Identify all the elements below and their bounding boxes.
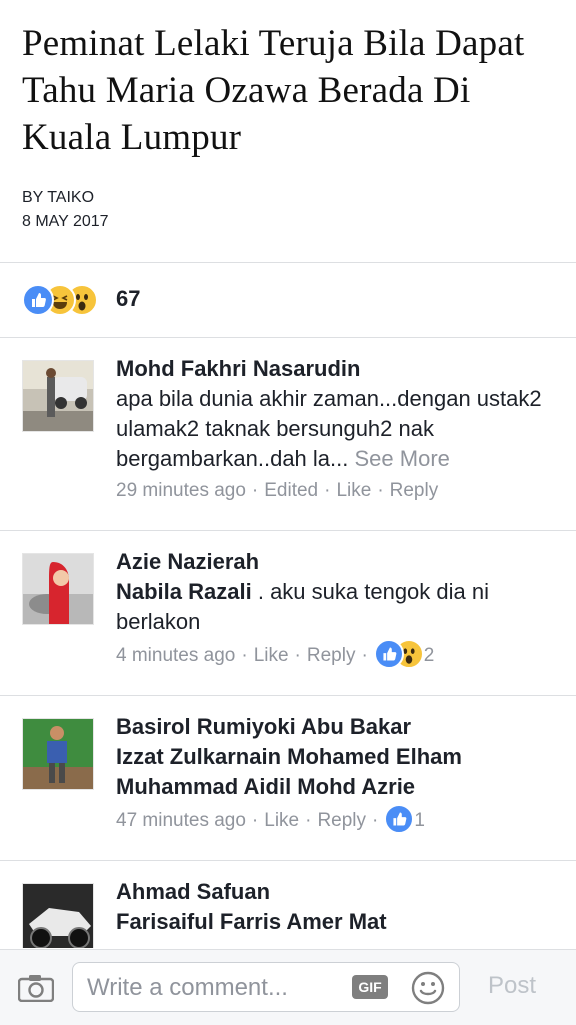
comment-timestamp: 47 minutes ago	[116, 810, 246, 831]
reaction-count[interactable]: 67	[116, 286, 140, 312]
like-icon	[373, 639, 404, 669]
comment-meta: 47 minutes ago · Like · Reply · 1	[116, 804, 556, 836]
edited-label[interactable]: Edited	[264, 476, 318, 506]
article-header: Peminat Lelaki Teruja Bila Dapat Tahu Ma…	[0, 0, 576, 262]
separator: ·	[241, 645, 248, 666]
comment-text: Izzat Zulkarnain Mohamed Elham Muhammad …	[116, 742, 556, 802]
comment-item: Mohd Fakhri Nasarudin apa bila dunia akh…	[0, 338, 576, 530]
comment-body: apa bila dunia akhir zaman...dengan usta…	[116, 386, 542, 471]
comment-timestamp: 29 minutes ago	[116, 480, 246, 501]
gif-button[interactable]: GIF	[352, 975, 388, 999]
separator: ·	[294, 645, 301, 666]
separator: ·	[324, 480, 331, 501]
comments-list[interactable]: Mohd Fakhri Nasarudin apa bila dunia akh…	[0, 338, 576, 948]
comment-text: Nabila Razali . aku suka tengok dia ni b…	[116, 577, 556, 637]
comment-item: Azie Nazierah Nabila Razali . aku suka t…	[0, 531, 576, 695]
tagged-user[interactable]: Farisaiful Farris Amer Mat	[116, 907, 556, 937]
separator: ·	[251, 810, 259, 831]
article-title: Peminat Lelaki Teruja Bila Dapat Tahu Ma…	[22, 23, 525, 158]
separator: ·	[372, 810, 379, 831]
avatar[interactable]	[22, 718, 94, 790]
comment-author[interactable]: Ahmad Safuan	[116, 877, 556, 907]
article-author: BY TAIKO	[22, 189, 95, 206]
comment-item: Ahmad Safuan Farisaiful Farris Amer Mat	[0, 861, 576, 948]
like-icon	[384, 804, 415, 834]
comment-reaction-count: 2	[423, 645, 435, 666]
separator: ·	[251, 480, 259, 501]
comment-text: apa bila dunia akhir zaman...dengan usta…	[116, 384, 556, 474]
tagged-user[interactable]: Izzat Zulkarnain Mohamed Elham	[116, 742, 556, 772]
comment-item: Basirol Rumiyoki Abu Bakar Izzat Zulkarn…	[0, 696, 576, 860]
comment-author[interactable]: Mohd Fakhri Nasarudin	[116, 354, 556, 384]
comment-reactions[interactable]: 1	[384, 804, 425, 836]
comment-input-placeholder: Write a comment...	[87, 974, 288, 1001]
reply-button[interactable]: Reply	[390, 476, 439, 506]
post-button[interactable]: Post	[488, 972, 536, 1000]
camera-icon[interactable]	[17, 974, 55, 1003]
comment-reactions[interactable]: 2	[373, 639, 435, 671]
comment-author[interactable]: Azie Nazierah	[116, 547, 556, 577]
comment-meta: 4 minutes ago · Like · Reply · 2	[116, 639, 556, 671]
comment-composer: Write a comment... GIF Post	[0, 949, 576, 1025]
comment-author[interactable]: Basirol Rumiyoki Abu Bakar	[116, 712, 556, 742]
separator: ·	[361, 645, 368, 666]
avatar[interactable]	[22, 883, 94, 948]
like-button[interactable]: Like	[264, 806, 299, 836]
sticker-icon[interactable]	[411, 971, 445, 1005]
separator: ·	[305, 810, 312, 831]
like-button[interactable]: Like	[254, 641, 289, 671]
like-icon	[22, 284, 54, 316]
avatar[interactable]	[22, 553, 94, 625]
tagged-user[interactable]: Muhammad Aidil Mohd Azrie	[116, 772, 556, 802]
article-byline: BY TAIKO 8 MAY 2017	[22, 186, 109, 234]
like-button[interactable]: Like	[336, 476, 371, 506]
comment-timestamp: 4 minutes ago	[116, 645, 236, 666]
article-date: 8 MAY 2017	[22, 213, 109, 230]
reply-button[interactable]: Reply	[307, 641, 356, 671]
comment-meta: 29 minutes ago · Edited · Like · Reply	[116, 476, 556, 506]
avatar[interactable]	[22, 360, 94, 432]
tagged-user[interactable]: Nabila Razali	[116, 579, 252, 604]
comment-reaction-count: 1	[414, 810, 425, 831]
comment-input[interactable]: Write a comment... GIF	[72, 962, 460, 1012]
reply-button[interactable]: Reply	[317, 806, 366, 836]
see-more-link[interactable]: See More	[355, 446, 450, 471]
separator: ·	[377, 480, 384, 501]
comment-text: Farisaiful Farris Amer Mat	[116, 907, 556, 937]
